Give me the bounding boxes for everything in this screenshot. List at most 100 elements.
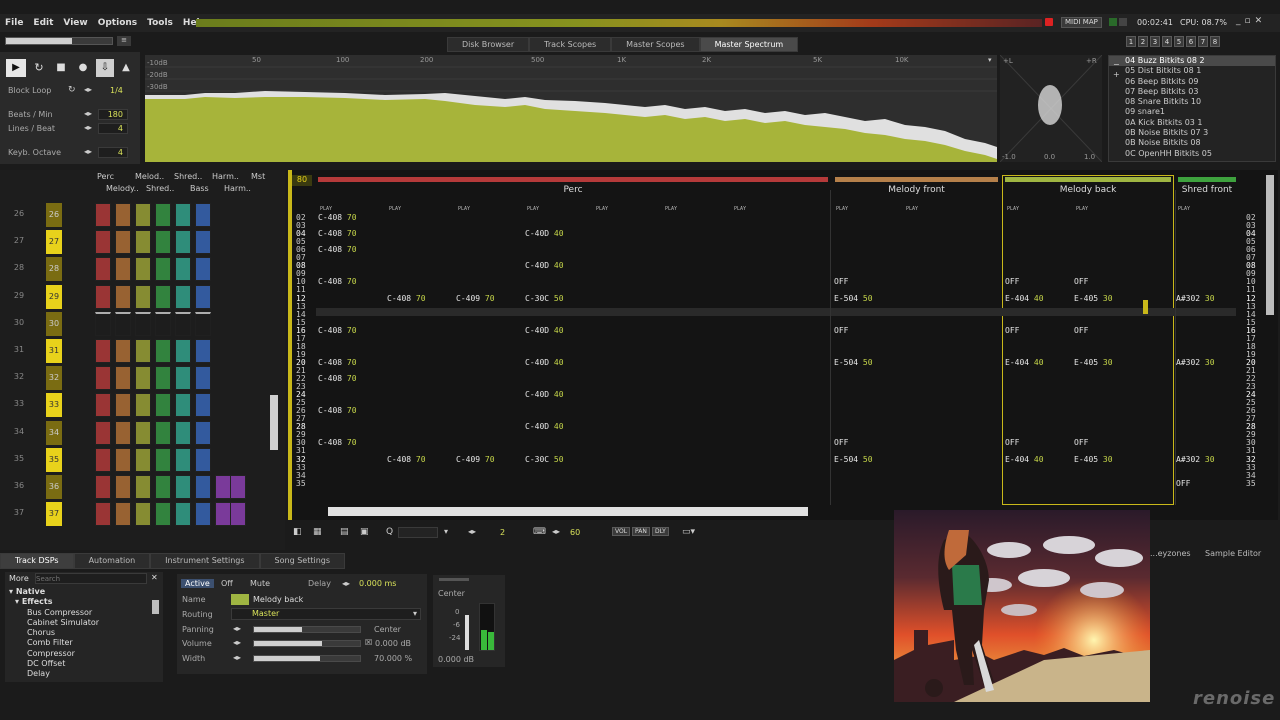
- sequence-pattern-slot[interactable]: 32: [46, 366, 62, 391]
- sequence-position[interactable]: 32: [5, 372, 33, 381]
- metronome-icon[interactable]: ▲: [117, 59, 135, 77]
- bpm-value[interactable]: 180: [98, 109, 128, 120]
- sequence-slot[interactable]: [135, 366, 151, 391]
- sequence-position[interactable]: 26: [5, 209, 33, 218]
- pattern-note[interactable]: E-404 40: [1005, 358, 1044, 367]
- pattern-note[interactable]: C-40D 40: [525, 326, 564, 335]
- sequence-position[interactable]: 27: [5, 236, 33, 245]
- pattern-note[interactable]: C-40D 40: [525, 422, 564, 431]
- sequence-slot[interactable]: [195, 393, 211, 418]
- step-stepper-icon[interactable]: ◂▸: [468, 527, 476, 536]
- octave-value[interactable]: 4: [98, 147, 128, 158]
- sequence-slot[interactable]: [135, 502, 151, 527]
- tab-sample-editor[interactable]: Sample Editor: [1205, 549, 1261, 558]
- instrument-item[interactable]: 0B Noise Bitkits 08: [1109, 138, 1275, 148]
- master-fader[interactable]: [465, 615, 469, 650]
- sequence-slot[interactable]: [155, 475, 171, 499]
- preset-3[interactable]: 3: [1150, 36, 1160, 47]
- pattern-note[interactable]: A#302 30: [1176, 358, 1215, 367]
- instrument-item[interactable]: 0C OpenHH Bitkits 05: [1109, 149, 1275, 159]
- play-icon[interactable]: ▶: [6, 59, 26, 77]
- quantize-dropdown-icon[interactable]: ▾: [444, 527, 448, 536]
- sequence-slot[interactable]: [95, 257, 111, 282]
- sequence-slot[interactable]: [195, 502, 211, 527]
- pattern-note[interactable]: C-40D 40: [525, 390, 564, 399]
- pattern-note[interactable]: C-408 70: [318, 406, 357, 415]
- pattern-note[interactable]: E-504 50: [834, 455, 873, 464]
- sequence-slot[interactable]: [155, 230, 171, 255]
- pan-column-toggle[interactable]: PAN: [632, 527, 650, 536]
- pattern-note[interactable]: E-404 40: [1005, 455, 1044, 464]
- pattern-note[interactable]: C-40D 40: [525, 229, 564, 238]
- sequence-slot[interactable]: [95, 203, 111, 227]
- pattern-note[interactable]: E-404 40: [1005, 294, 1044, 303]
- pattern-note[interactable]: C-30C 50: [525, 294, 564, 303]
- pattern-note[interactable]: OFF: [1176, 479, 1190, 488]
- sequence-slot[interactable]: [175, 203, 191, 227]
- sequence-slot[interactable]: [195, 475, 211, 499]
- preset-5[interactable]: 5: [1174, 36, 1184, 47]
- sequence-slot[interactable]: [155, 339, 171, 363]
- pattern-note[interactable]: C-409 70: [456, 294, 495, 303]
- sequence-pattern-slot[interactable]: 28: [46, 257, 62, 282]
- sequence-slot[interactable]: [195, 257, 211, 282]
- sequence-slot[interactable]: [175, 366, 191, 391]
- pattern-note[interactable]: C-408 70: [318, 245, 357, 254]
- sequence-slot[interactable]: [95, 420, 111, 445]
- pattern-note[interactable]: OFF: [834, 326, 848, 335]
- pattern-note[interactable]: OFF: [834, 438, 848, 447]
- preset-4[interactable]: 4: [1162, 36, 1172, 47]
- tab-track-scopes[interactable]: Track Scopes: [529, 37, 612, 52]
- pattern-note[interactable]: OFF: [1005, 326, 1019, 335]
- sequence-pattern-slot[interactable]: 30: [46, 311, 62, 336]
- tab-keyzones[interactable]: ...eyzones: [1150, 549, 1191, 558]
- sequence-slot[interactable]: [195, 366, 211, 391]
- active-button[interactable]: Active: [181, 579, 214, 588]
- sequence-position[interactable]: 36: [5, 481, 33, 490]
- pattern-note[interactable]: OFF: [1074, 438, 1088, 447]
- instrument-item[interactable]: 05 Dist Bitkits 08 1: [1109, 66, 1275, 76]
- dsp-scrollbar[interactable]: [152, 600, 159, 614]
- tab-automation[interactable]: Automation: [73, 553, 151, 569]
- pattern-note[interactable]: E-504 50: [834, 358, 873, 367]
- menu-view[interactable]: View: [58, 18, 92, 28]
- sequence-slot[interactable]: [95, 502, 111, 527]
- track-name-value[interactable]: Melody back: [253, 595, 303, 604]
- sequence-slot[interactable]: [135, 420, 151, 445]
- pattern-note[interactable]: OFF: [1074, 326, 1088, 335]
- tab-track-dsps[interactable]: Track DSPs: [0, 553, 74, 569]
- sequence-slot[interactable]: [115, 339, 131, 363]
- menu-options[interactable]: Options: [93, 18, 142, 28]
- instrument-item[interactable]: 0A Kick Bitkits 03 1: [1109, 118, 1275, 128]
- pattern-note[interactable]: C-408 70: [387, 455, 426, 464]
- pattern-note[interactable]: OFF: [1005, 277, 1019, 286]
- post-volume-icon[interactable]: ☒: [365, 638, 372, 647]
- sequence-slot[interactable]: [175, 339, 191, 363]
- tab-master-scopes[interactable]: Master Scopes: [611, 37, 700, 52]
- sequence-position[interactable]: 30: [5, 318, 33, 327]
- dsp-item[interactable]: Cabinet Simulator: [9, 618, 149, 628]
- off-button[interactable]: Off: [221, 579, 233, 588]
- preset-7[interactable]: 7: [1198, 36, 1208, 47]
- sequence-slot[interactable]: [95, 366, 111, 391]
- sequence-slot[interactable]: [135, 475, 151, 499]
- track-header-shred-front[interactable]: Shred front: [1178, 177, 1236, 197]
- save-icon[interactable]: ▣: [360, 527, 369, 537]
- sequence-slot[interactable]: [115, 475, 131, 499]
- delay-value[interactable]: 0.000 ms: [359, 579, 396, 588]
- pattern-note[interactable]: C-30C 50: [525, 455, 564, 464]
- fx-column-icon[interactable]: ▭▾: [682, 527, 695, 537]
- sequence-slot[interactable]: [175, 230, 191, 255]
- volume-slider[interactable]: [253, 640, 361, 647]
- mute-button[interactable]: Mute: [250, 579, 270, 588]
- more-label[interactable]: More: [9, 574, 29, 583]
- pattern-note[interactable]: A#302 30: [1176, 294, 1215, 303]
- sequence-slot[interactable]: [230, 502, 246, 527]
- sequence-slot[interactable]: [95, 339, 111, 363]
- instrument-item[interactable]: 04 Buzz Bitkits 08 2: [1109, 56, 1275, 67]
- grid-icon[interactable]: ▦: [313, 527, 322, 537]
- routing-select[interactable]: Master ▾: [231, 608, 421, 620]
- sequence-slot[interactable]: [155, 284, 171, 309]
- dly-column-toggle[interactable]: DLY: [652, 527, 669, 536]
- sequence-slot[interactable]: [175, 284, 191, 309]
